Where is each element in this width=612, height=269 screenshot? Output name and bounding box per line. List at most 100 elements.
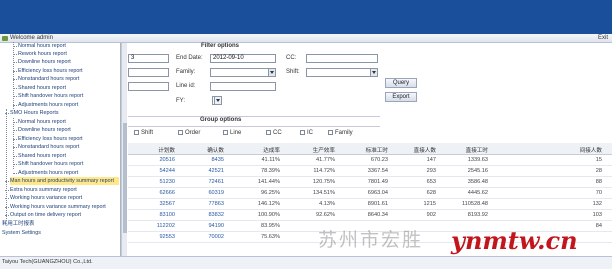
column-header[interactable]: 计划数 — [158, 146, 175, 154]
table-cell: 134.51% — [312, 190, 335, 196]
sidebar-item[interactable]: Shift handover hours report — [12, 92, 83, 100]
welcome-text: Welcome admin — [10, 35, 53, 41]
column-header[interactable]: 间接人数 — [580, 146, 602, 154]
sidebar-item[interactable]: Normal hours report — [13, 118, 66, 126]
table-cell: 103 — [592, 212, 602, 218]
app-header-bar — [0, 0, 612, 34]
group-cc-checkbox[interactable]: CC — [266, 130, 282, 136]
sidebar-item[interactable]: Normal hours report — [13, 42, 66, 50]
sidebar-item[interactable]: Extra hours summary report — [5, 186, 77, 194]
table-cell: 132 — [592, 201, 602, 207]
tree-guide-line — [6, 109, 7, 221]
table-cell: 147 — [426, 157, 436, 163]
sidebar-item[interactable]: 耗用工时报表 — [2, 220, 34, 228]
sidebar-scrollbar[interactable] — [121, 43, 127, 261]
table-cell: 902 — [426, 212, 436, 218]
sidebar-item[interactable]: Shared hours report — [13, 84, 66, 92]
company-name: Taiyou Tech(GUANGZHOU) Co.,Ltd. — [2, 259, 93, 265]
table-cell: 83.95% — [261, 223, 280, 229]
table-cell: 114.72% — [313, 168, 335, 174]
table-row[interactable]: 32567 77863 146.12% 4.13% 8901.61 1215 110528.… — [128, 199, 612, 210]
start-date-field[interactable]: 3 — [128, 54, 169, 63]
left-field-2[interactable] — [128, 68, 169, 77]
table-cell: 41.11% — [261, 157, 280, 163]
table-row[interactable]: 54244 42521 78.39% 114.72% 3367.54 293 2545.16… — [128, 166, 612, 177]
group-shift-checkbox[interactable]: Shift — [134, 130, 153, 136]
table-cell: 78.39% — [261, 168, 280, 174]
fy-select[interactable] — [212, 96, 222, 105]
table-cell: 84 — [595, 223, 602, 229]
table-cell: 92.62% — [316, 212, 335, 218]
shift-label: Shift: — [286, 69, 300, 75]
line-id-field[interactable] — [210, 82, 276, 91]
sidebar-item[interactable]: SMO Hours Reports — [5, 109, 59, 117]
sidebar-tree: Normal hours report Rework hours report Do… — [0, 42, 121, 261]
exit-link[interactable]: Exit — [598, 35, 608, 41]
sidebar-item[interactable]: Efficiency loss hours report — [13, 135, 83, 143]
table-row[interactable]: 51230 72461 141.44% 120.75% 7801.49 653 3586.4… — [128, 177, 612, 188]
table-row[interactable]: 62666 60319 96.25% 134.51% 6963.04 628 4445.62… — [128, 188, 612, 199]
table-cell: 3367.54 — [367, 168, 388, 174]
table-cell: 8640.34 — [367, 212, 388, 218]
table-row[interactable]: 83100 83832 100.90% 92.62% 8640.34 902 8193.92… — [128, 210, 612, 221]
family-select[interactable] — [210, 68, 276, 77]
sidebar-item[interactable]: System Settings — [2, 229, 41, 237]
export-button[interactable]: Export — [385, 92, 417, 102]
group-family-checkbox[interactable]: Family — [328, 130, 353, 136]
sidebar-item[interactable]: Nonstandard hours report — [12, 75, 79, 83]
fy-label: FY: — [176, 98, 186, 104]
sidebar-item[interactable]: Working hours variance summary report — [5, 203, 106, 211]
sidebar-item[interactable]: Downline hours report — [13, 58, 71, 66]
sidebar-item[interactable]: Adjustments hours report — [12, 169, 78, 177]
column-header[interactable]: 直接人数 — [414, 146, 436, 154]
table-row[interactable]: 20516 8435 41.11% 41.77% 670.23 147 1339.63 15 — [128, 155, 612, 166]
table-cell: 670.23 — [370, 157, 388, 163]
table-cell: 72461 — [208, 179, 224, 185]
group-order-checkbox[interactable]: Order — [178, 130, 200, 136]
column-header[interactable]: 确认数 — [207, 146, 224, 154]
group-ic-checkbox[interactable]: IC — [300, 130, 313, 136]
column-header[interactable]: 直接工时 — [466, 146, 488, 154]
sidebar-item[interactable]: Nonstandard hours report — [12, 143, 79, 151]
group-line-checkbox[interactable]: Line — [223, 130, 241, 136]
table-cell: 94190 — [208, 223, 224, 229]
sidebar-item[interactable]: Shared hours report — [13, 152, 66, 160]
table-cell: 62666 — [159, 190, 175, 196]
filter-options-title: Filter options — [201, 43, 239, 49]
sidebar-item[interactable]: Shift handover hours report — [12, 160, 83, 168]
sidebar-item[interactable]: Adjustments hours report — [12, 101, 78, 109]
table-cell: 51230 — [159, 179, 175, 185]
table-cell: 60319 — [208, 190, 224, 196]
sidebar-item[interactable]: Man hours and productivity summary repor… — [5, 177, 119, 185]
table-cell: 8435 — [211, 157, 224, 163]
sidebar-item[interactable]: Efficiency loss hours report — [13, 67, 83, 75]
table-cell: 41.77% — [316, 157, 335, 163]
watermark-text: 苏州市宏胜 — [318, 229, 424, 251]
query-button[interactable]: Query — [385, 78, 417, 88]
table-cell: 146.12% — [257, 201, 280, 207]
sidebar-item[interactable]: Rework hours report — [13, 50, 67, 58]
tree-guide-line — [13, 42, 14, 109]
cc-field[interactable] — [306, 54, 378, 63]
group-options-title: Group options — [200, 117, 242, 123]
table-cell: 6963.04 — [367, 190, 388, 196]
table-cell: 100.90% — [257, 212, 280, 218]
table-cell: 8901.61 — [367, 201, 388, 207]
scrollbar-thumb[interactable] — [123, 123, 127, 233]
table-cell: 120.75% — [312, 179, 335, 185]
divider — [128, 126, 380, 127]
sidebar-item[interactable]: Output on time delivery report — [4, 211, 81, 219]
column-header[interactable]: 标准工时 — [366, 146, 388, 154]
table-cell: 141.44% — [257, 179, 280, 185]
column-header[interactable]: 生产效率 — [313, 146, 335, 154]
left-field-3[interactable] — [128, 82, 169, 91]
table-cell: 1215 — [423, 201, 436, 207]
watermark-brand: ynmtw.cn — [451, 226, 578, 255]
table-cell: 653 — [426, 179, 436, 185]
column-header[interactable]: 达成率 — [263, 146, 280, 154]
end-date-field[interactable]: 2012-09-10 — [210, 54, 276, 63]
sidebar-item[interactable]: Downline hours report — [13, 126, 71, 134]
shift-select[interactable] — [306, 68, 378, 77]
divider — [128, 116, 380, 117]
sidebar-item[interactable]: Working hours variance report — [4, 194, 82, 202]
